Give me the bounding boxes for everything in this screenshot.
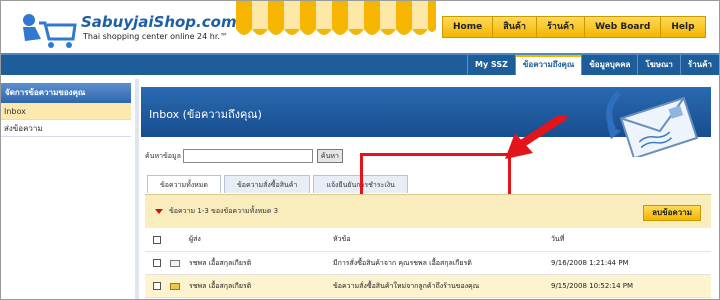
search-row: ค้นหาข้อมูล ค้นหา <box>145 149 343 163</box>
awning-decoration <box>236 1 436 35</box>
sub-nav-profile[interactable]: ข้อมูลบุคคล <box>581 55 637 75</box>
row-subject[interactable]: ข้อความสั่งซื้อสินค้าใหม่จากลูกค้าถึงร้า… <box>333 281 551 292</box>
sub-nav-my-ssz[interactable]: My SSZ <box>466 55 515 75</box>
search-label: ค้นหาข้อมูล <box>145 151 181 160</box>
column-divider <box>135 79 139 299</box>
sidebar-item-inbox[interactable]: Inbox <box>1 103 131 120</box>
sub-nav-ads[interactable]: โฆษณา <box>637 55 679 75</box>
logo-wordmark[interactable]: SabuyjaiShop.com® <box>81 13 247 31</box>
column-header-from[interactable]: ผู้ส่ง <box>189 234 333 245</box>
row-subject[interactable]: มีการสั่งซื้อสินค้าจาก คุณรชพล เอื้อสกุล… <box>333 258 551 269</box>
row-checkbox[interactable] <box>153 259 161 267</box>
sidebar-title: จัดการข้อความของคุณ <box>1 83 131 103</box>
header: SabuyjaiShop.com® Thai shopping center o… <box>1 1 719 53</box>
toolbar: ข้อความ 1-3 ของข้อความทั้งหมด 3 ลบข้อควา… <box>145 194 711 228</box>
top-nav-webboard[interactable]: Web Board <box>585 17 662 37</box>
envelope-icon <box>606 90 699 157</box>
main-panel: Inbox (ข้อความถึงคุณ) ค้นหาข้อมูล ค้นหา … <box>141 87 711 299</box>
table-row[interactable]: รชพล เอื้อสกุลเกียรติ มีการสั่งซื้อสินค้… <box>145 252 711 275</box>
message-count: ข้อความ 1-3 ของข้อความทั้งหมด 3 <box>169 207 279 215</box>
column-header-date[interactable]: วันที่ <box>551 234 711 245</box>
sub-nav-shop[interactable]: ร้านค้า <box>679 55 719 75</box>
column-header-subject[interactable]: หัวข้อ <box>333 234 551 245</box>
tab-order-messages[interactable]: ข้อความสั่งซื้อสินค้า <box>223 175 311 193</box>
row-date: 9/16/2008 1:21:44 PM <box>551 259 629 267</box>
sub-nav-bar: My SSZ ข้อความถึงคุณ ข้อมูลบุคคล โฆษณา ร… <box>1 53 719 75</box>
row-sender[interactable]: รชพล เอื้อสกุลเกียรติ <box>189 258 333 269</box>
sub-nav: My SSZ ข้อความถึงคุณ ข้อมูลบุคคล โฆษณา ร… <box>466 55 719 75</box>
message-table: ผู้ส่ง หัวข้อ วันที่ รชพล เอื้อสกุลเกียร… <box>145 228 711 298</box>
table-header: ผู้ส่ง หัวข้อ วันที่ <box>145 228 711 252</box>
envelope-icon <box>170 259 180 267</box>
shopping-cart-logo-icon[interactable] <box>15 11 77 49</box>
select-all-checkbox[interactable] <box>153 235 161 244</box>
table-row[interactable]: รชพล เอื้อสกุลเกียรติ ข้อความสั่งซื้อสิน… <box>145 275 711 298</box>
sub-nav-messages[interactable]: ข้อความถึงคุณ <box>514 55 582 75</box>
row-checkbox[interactable] <box>153 282 161 290</box>
top-nav-help[interactable]: Help <box>661 17 705 37</box>
tab-all-messages[interactable]: ข้อความทั้งหมด <box>147 175 221 193</box>
sidebar-item-send-message[interactable]: ส่งข้อความ <box>1 120 131 137</box>
search-button[interactable]: ค้นหา <box>316 149 343 163</box>
sidebar: จัดการข้อความของคุณ Inbox ส่งข้อความ <box>1 83 131 299</box>
row-date: 9/15/2008 10:52:14 PM <box>551 282 634 290</box>
logo-text: SabuyjaiShop.com <box>81 13 237 31</box>
search-input[interactable] <box>182 149 313 163</box>
collapse-triangle-icon[interactable] <box>155 209 163 214</box>
row-sender[interactable]: รชพล เอื้อสกุลเกียรติ <box>189 281 333 292</box>
top-nav-home[interactable]: Home <box>443 17 494 37</box>
delete-button[interactable]: ลบข้อความ <box>643 205 701 221</box>
app-frame: SabuyjaiShop.com® Thai shopping center o… <box>0 0 720 300</box>
envelope-unread-icon <box>170 282 180 290</box>
top-nav-products[interactable]: สินค้า <box>493 17 537 37</box>
top-nav-shops[interactable]: ร้านค้า <box>536 17 586 37</box>
logo-tagline: Thai shopping center online 24 hr.™ <box>83 32 228 41</box>
top-nav: Home สินค้า ร้านค้า Web Board Help <box>442 16 706 38</box>
